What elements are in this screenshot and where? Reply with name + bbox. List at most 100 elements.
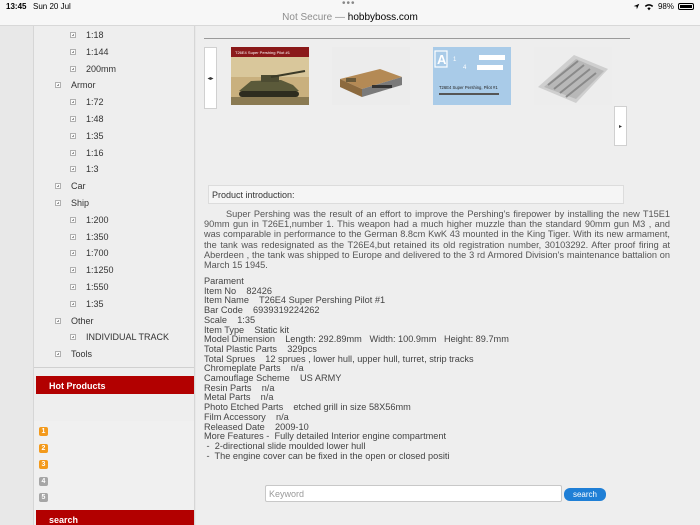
url-host: hobbyboss.com bbox=[347, 12, 418, 23]
category-item[interactable]: Other bbox=[55, 315, 94, 327]
category-item[interactable]: 1:550 bbox=[70, 281, 109, 293]
hot-products-header: Hot Products bbox=[36, 376, 194, 394]
battery-percent: 98% bbox=[657, 2, 674, 11]
search-button[interactable]: search bbox=[564, 488, 606, 501]
thumbnail-decal-sheet[interactable]: A 1 4 T26E4 Super Pershing, Pilot #1 bbox=[433, 47, 511, 105]
expand-plus-icon[interactable] bbox=[70, 216, 76, 223]
expand-plus-icon[interactable] bbox=[70, 149, 76, 156]
hot-product-rank-badge: 5 bbox=[39, 493, 48, 502]
expand-plus-icon[interactable] bbox=[70, 116, 76, 122]
expand-plus-icon[interactable] bbox=[70, 132, 76, 139]
category-label: Armor bbox=[71, 80, 96, 91]
category-label: 1:350 bbox=[86, 231, 109, 242]
category-item[interactable]: 1:1250 bbox=[70, 264, 114, 276]
category-label: 1:72 bbox=[86, 97, 104, 108]
status-bar: 13:45 Sun 20 Jul ••• 98% bbox=[0, 0, 700, 12]
category-label: 1:35 bbox=[86, 130, 104, 141]
expand-plus-icon[interactable] bbox=[55, 183, 61, 190]
expand-plus-icon[interactable] bbox=[70, 48, 76, 55]
category-item[interactable]: 1:350 bbox=[70, 231, 109, 243]
thumbnail-sprue-parts[interactable] bbox=[534, 47, 612, 105]
category-item[interactable]: 1:35 bbox=[70, 130, 104, 142]
category-label: INDIVIDUAL TRACK bbox=[86, 332, 170, 343]
expand-plus-icon[interactable] bbox=[70, 334, 76, 341]
product-intro-heading: Product introduction: bbox=[208, 185, 624, 204]
category-item[interactable]: 1:3 bbox=[70, 163, 99, 175]
category-item[interactable]: 1:72 bbox=[70, 96, 104, 108]
location-icon bbox=[633, 3, 640, 10]
category-item[interactable]: 1:200 bbox=[70, 214, 109, 226]
status-date: Sun 20 Jul bbox=[33, 2, 71, 11]
hot-product-rank-badge: 4 bbox=[39, 476, 48, 486]
spec-line: - The engine cover can be fixed in the o… bbox=[204, 450, 450, 461]
category-item[interactable]: 1:16 bbox=[70, 147, 104, 159]
spec-line: Parament bbox=[204, 276, 244, 286]
arrow-left-icon: ◂▸ bbox=[207, 75, 214, 82]
category-label: 1:700 bbox=[86, 248, 109, 259]
category-item[interactable]: Ship bbox=[55, 197, 89, 209]
category-label: Other bbox=[71, 315, 94, 326]
category-label: 1:3 bbox=[86, 164, 99, 175]
category-label: 1:1250 bbox=[86, 265, 114, 276]
category-item[interactable]: 1:144 bbox=[70, 46, 109, 58]
product-main: ◂▸ T26E4 Super Pershing Pilot #1 A 1 4 T… bbox=[196, 26, 700, 525]
expand-plus-icon[interactable] bbox=[55, 317, 61, 324]
search-title: search bbox=[49, 515, 79, 525]
category-item[interactable]: 200mm bbox=[70, 63, 116, 75]
thumbnail-box-art[interactable]: T26E4 Super Pershing Pilot #1 bbox=[231, 47, 309, 105]
category-item[interactable]: 1:700 bbox=[70, 247, 109, 259]
expand-plus-icon[interactable] bbox=[55, 82, 61, 89]
status-right: 98% bbox=[633, 2, 694, 11]
category-item[interactable]: Tools bbox=[55, 348, 92, 360]
expand-plus-icon[interactable] bbox=[70, 65, 76, 72]
category-label: 1:144 bbox=[86, 46, 109, 57]
box-art-caption: T26E4 Super Pershing Pilot #1 bbox=[235, 50, 291, 55]
category-label: 1:550 bbox=[86, 282, 109, 292]
gallery-next-button[interactable]: ▸ bbox=[614, 106, 627, 146]
product-description: Super Pershing was the result of an effo… bbox=[204, 209, 670, 271]
category-item[interactable]: INDIVIDUAL TRACK bbox=[70, 331, 169, 343]
expand-plus-icon[interactable] bbox=[70, 267, 76, 274]
expand-plus-icon[interactable] bbox=[70, 32, 76, 38]
category-item[interactable]: 1:48 bbox=[70, 113, 104, 125]
category-item[interactable]: Armor bbox=[55, 79, 96, 91]
battery-icon bbox=[678, 3, 694, 10]
category-label: 200mm bbox=[86, 63, 117, 74]
address-bar[interactable]: Not Secure — hobbyboss.com bbox=[0, 12, 700, 26]
decal-caption: T26E4 Super Pershing, Pilot #1 bbox=[439, 85, 498, 90]
category-label: Tools bbox=[71, 349, 93, 360]
category-item[interactable]: Car bbox=[55, 180, 86, 192]
spec-line: Resin Parts n/a bbox=[204, 382, 275, 393]
gallery-prev-button[interactable]: ◂▸ bbox=[204, 47, 217, 109]
category-item[interactable]: 1:18 bbox=[70, 29, 104, 41]
expand-plus-icon[interactable] bbox=[70, 166, 76, 173]
category-item[interactable]: 1:35 bbox=[70, 298, 104, 310]
expand-plus-icon[interactable] bbox=[55, 351, 61, 358]
category-label: 1:35 bbox=[86, 298, 104, 309]
sidebar-divider bbox=[34, 367, 194, 368]
spec-line: Camouflage Scheme US ARMY bbox=[204, 373, 342, 384]
search-header: search bbox=[36, 510, 194, 525]
intro-heading-text: Product introduction: bbox=[212, 190, 295, 200]
expand-plus-icon[interactable] bbox=[70, 284, 76, 290]
wifi-icon bbox=[644, 3, 654, 10]
more-dots-icon[interactable]: ••• bbox=[342, 0, 356, 9]
top-divider bbox=[204, 38, 630, 39]
category-sidebar: 1:18 1:144 200mm Armor 1:72 1:48 1:35 1:16 1:3 Ca… bbox=[33, 26, 195, 525]
keyword-search-input[interactable] bbox=[265, 485, 562, 502]
category-label: 1:48 bbox=[86, 114, 104, 124]
category-label: 1:200 bbox=[86, 214, 109, 225]
expand-plus-icon[interactable] bbox=[70, 250, 76, 257]
expand-plus-icon[interactable] bbox=[70, 300, 76, 307]
svg-text:A: A bbox=[437, 52, 447, 67]
expand-plus-icon[interactable] bbox=[55, 200, 61, 206]
spec-line: Bar Code 6939319224262 bbox=[204, 305, 320, 316]
expand-plus-icon[interactable] bbox=[70, 233, 76, 240]
category-label: 1:16 bbox=[86, 147, 104, 158]
thumbnail-box-sides[interactable] bbox=[332, 47, 410, 105]
hot-product-rank-badge: 3 bbox=[39, 460, 48, 469]
hot-product-rank-badge: 2 bbox=[39, 443, 48, 453]
arrow-right-icon: ▸ bbox=[618, 123, 622, 130]
expand-plus-icon[interactable] bbox=[70, 99, 76, 106]
category-label: Ship bbox=[71, 198, 90, 208]
